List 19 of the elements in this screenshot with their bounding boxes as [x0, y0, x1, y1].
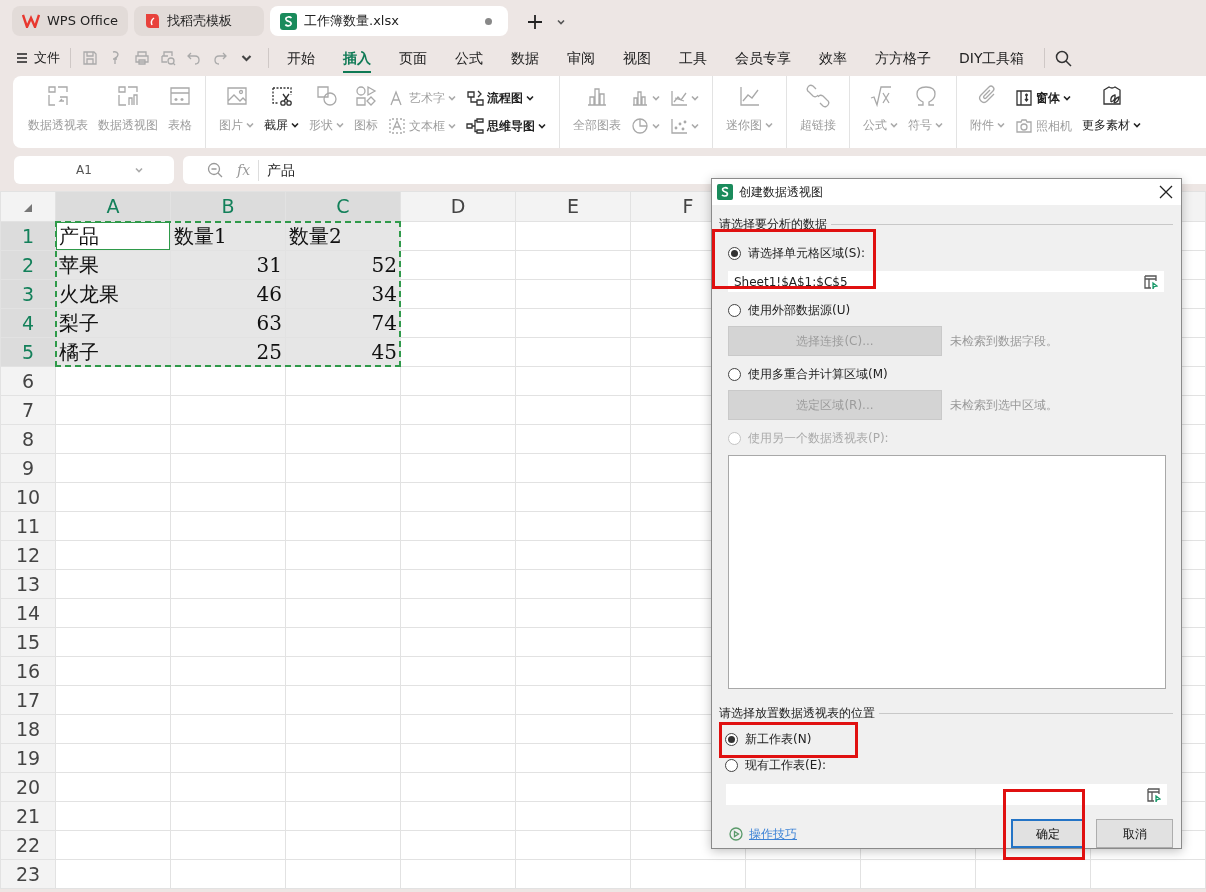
cell-text: 52: [371, 253, 397, 277]
cell-text: 45: [371, 340, 397, 364]
hint-text: 未检索到数据字段。: [950, 333, 1058, 350]
cell-text: 46: [256, 282, 282, 306]
cell-text: 火龙果: [59, 282, 119, 306]
cell-text: 苹果: [59, 253, 99, 277]
cell-text: 63: [256, 311, 282, 335]
cell-text: 橘子: [59, 340, 99, 364]
cell-text: 34: [371, 282, 397, 306]
hint-text: 未检索到选中区域。: [950, 397, 1058, 414]
cell-text: 数量1: [174, 224, 227, 248]
cell-text: 数量2: [289, 224, 342, 248]
cell-text: 31: [256, 253, 282, 277]
cell-text: 梨子: [59, 311, 99, 335]
cell-text: 产品: [59, 224, 99, 248]
formula-text: 产品: [267, 160, 296, 180]
cell-text: 25: [256, 340, 282, 364]
section-legend: 请选择放置数据透视表的位置: [719, 704, 875, 722]
cell-text: 74: [371, 311, 397, 335]
